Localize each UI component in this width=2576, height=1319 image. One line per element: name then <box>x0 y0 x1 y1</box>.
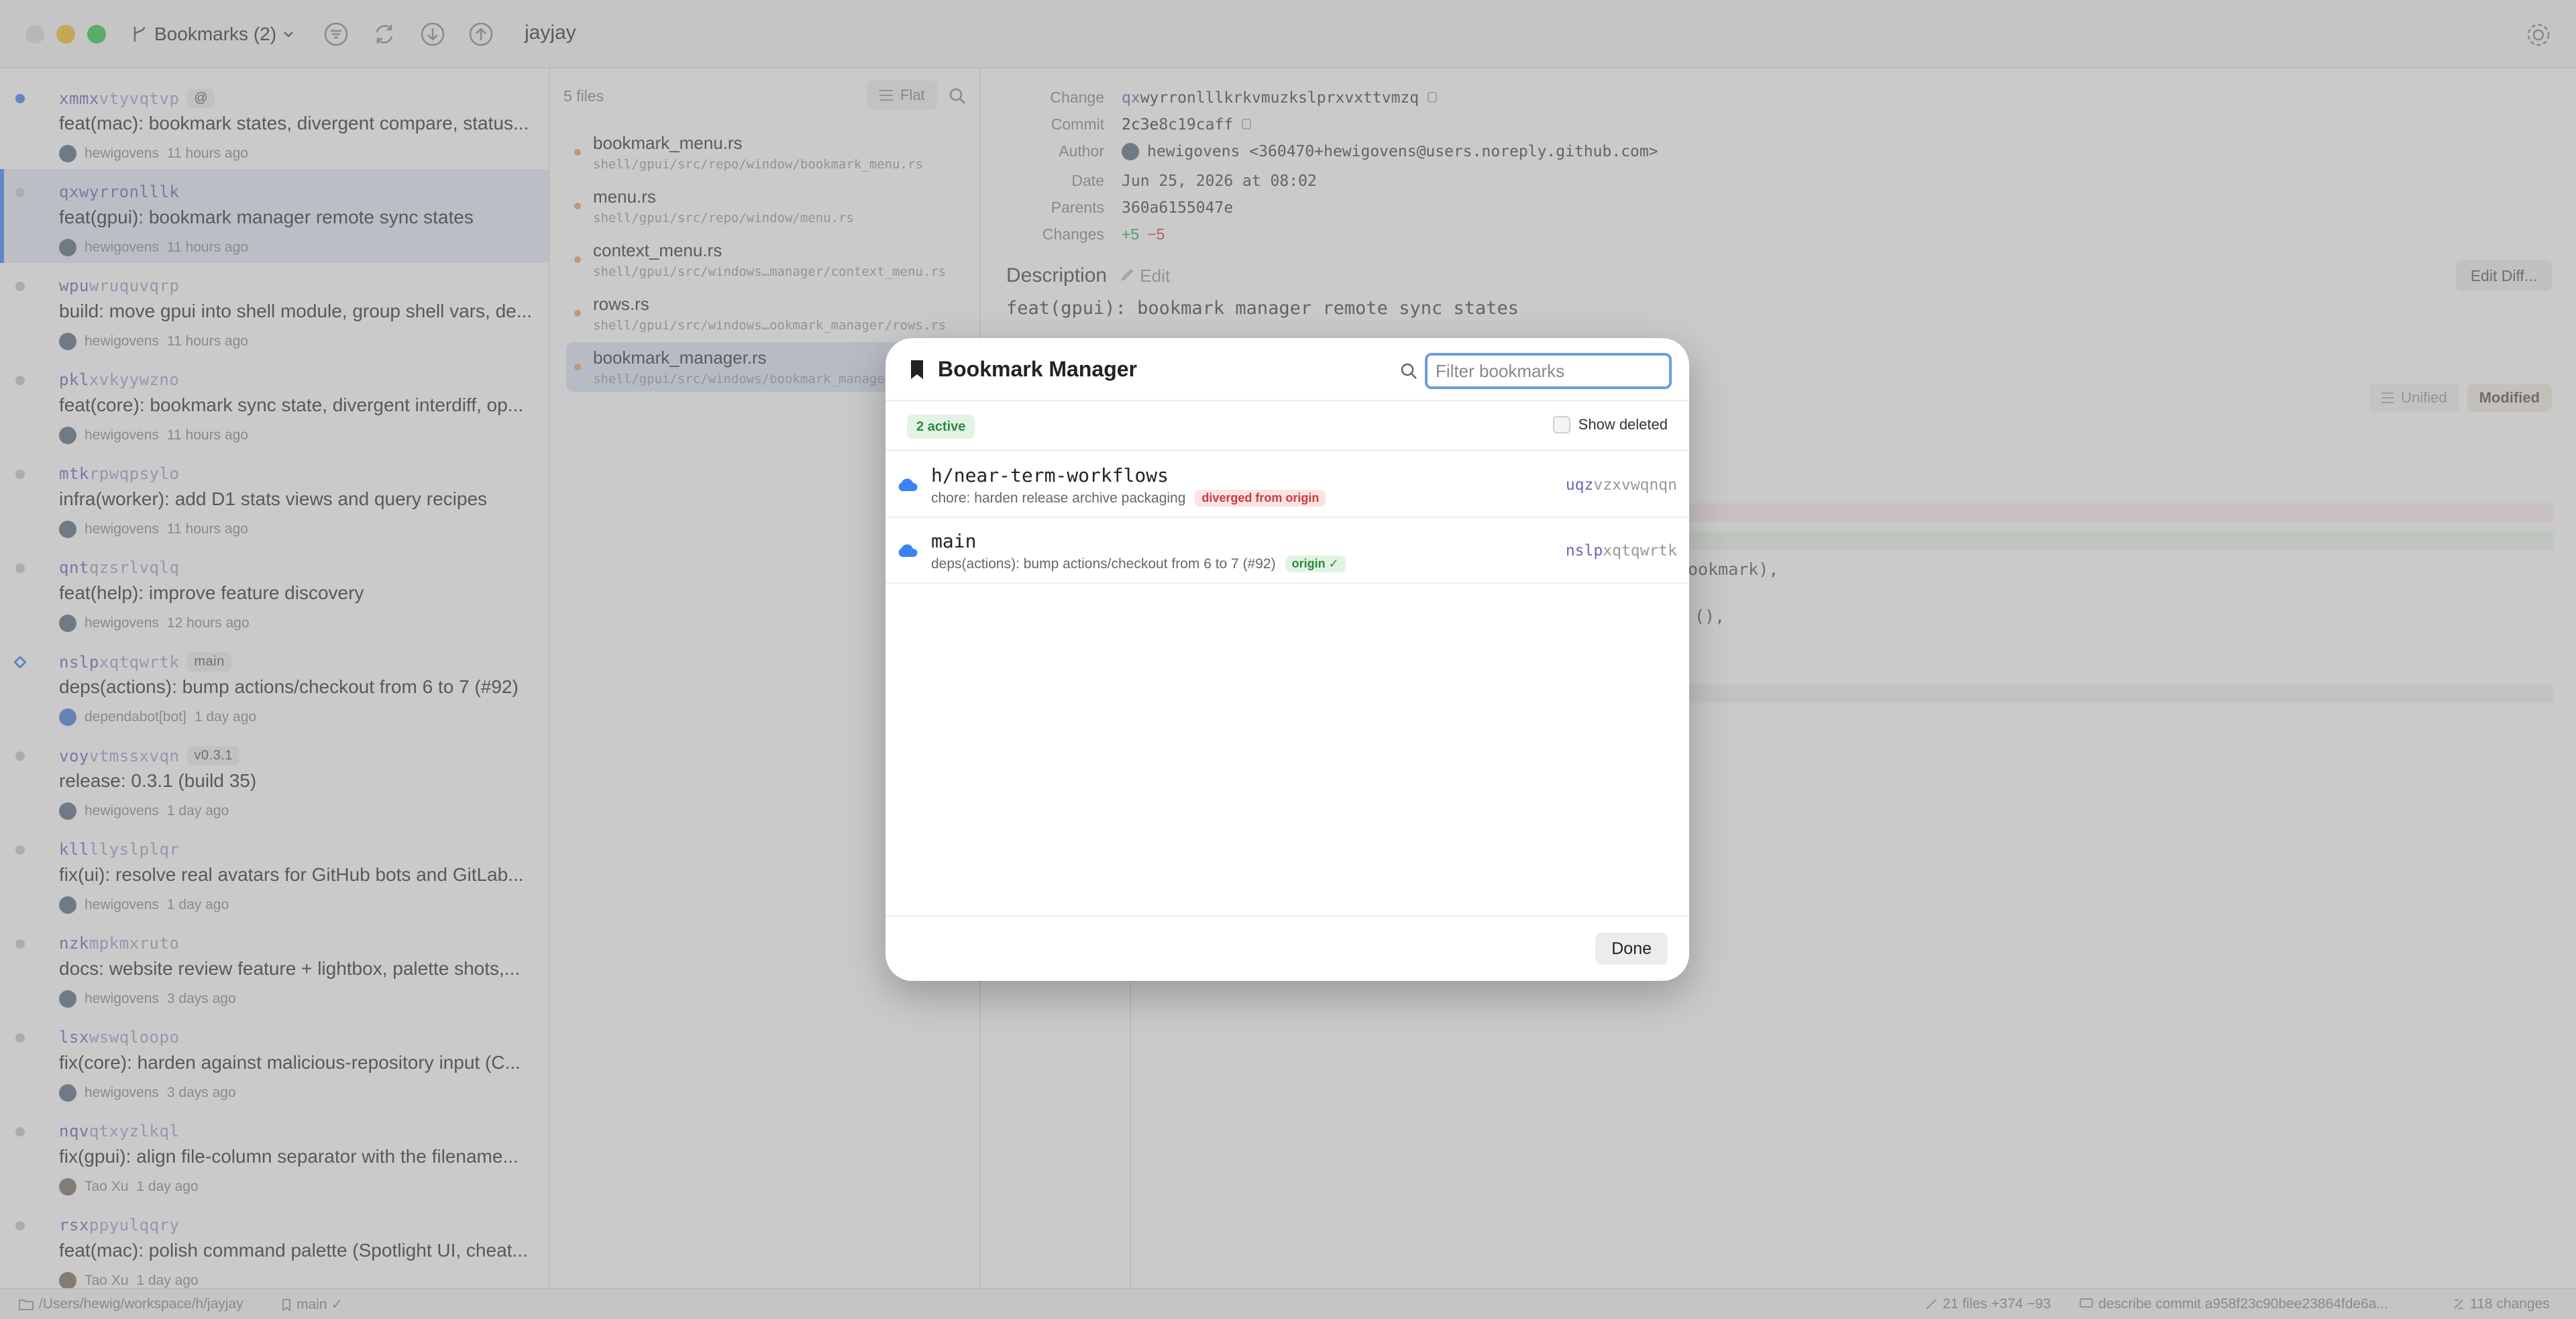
bookmark-name: h/near-term-workflows <box>931 464 1169 486</box>
bookmark-change-id[interactable]: uqzvzxvwqnqn <box>1566 476 1677 494</box>
cloud-icon <box>898 478 918 491</box>
change-id-rest: vzxvwqnqn <box>1593 476 1677 494</box>
search-icon <box>1401 363 1417 379</box>
bookmark-row[interactable]: h/near-term-workflows chore: harden rele… <box>885 452 1689 518</box>
bookmark-row[interactable]: main deps(actions): bump actions/checkou… <box>885 518 1689 584</box>
bookmark-manager-dialog: Bookmark Manager 2 active Show deleted h… <box>885 338 1689 981</box>
change-id-prefix: nslp <box>1565 542 1603 560</box>
bookmark-description: deps(actions): bump actions/checkout fro… <box>931 556 1346 572</box>
bookmark-commit-message: deps(actions): bump actions/checkout fro… <box>931 556 1276 572</box>
dialog-title: Bookmark Manager <box>910 357 1137 382</box>
bookmark-description: chore: harden release archive packaging … <box>931 490 1326 507</box>
cloud-icon <box>898 544 918 557</box>
dialog-footer: Done <box>885 915 1689 981</box>
dialog-subheader: 2 active Show deleted <box>885 403 1689 451</box>
change-id-rest: xqtqwrtk <box>1603 542 1677 560</box>
dialog-header: Bookmark Manager <box>885 338 1689 401</box>
show-deleted-checkbox[interactable] <box>1552 416 1570 433</box>
sync-status-badge: origin ✓ <box>1285 556 1346 572</box>
bookmark-name: main <box>931 530 977 552</box>
change-id-prefix: uqz <box>1565 476 1594 494</box>
dialog-title-text: Bookmark Manager <box>938 357 1137 381</box>
bookmark-commit-message: chore: harden release archive packaging <box>931 490 1186 506</box>
show-deleted-toggle[interactable]: Show deleted <box>1552 416 1668 433</box>
active-count-badge: 2 active <box>907 415 975 439</box>
bookmark-change-id[interactable]: nslpxqtqwrtk <box>1566 542 1677 560</box>
filter-bookmarks-input[interactable] <box>1425 353 1672 389</box>
app-window: Bookmarks (2) jayjay xmmxvtyvqtvp @ feat… <box>0 0 2576 1319</box>
done-button[interactable]: Done <box>1595 933 1668 965</box>
bookmark-icon <box>911 360 923 379</box>
sync-status-badge: diverged from origin <box>1195 490 1326 507</box>
show-deleted-label: Show deleted <box>1578 416 1668 433</box>
filter-bookmarks <box>1399 353 1672 389</box>
